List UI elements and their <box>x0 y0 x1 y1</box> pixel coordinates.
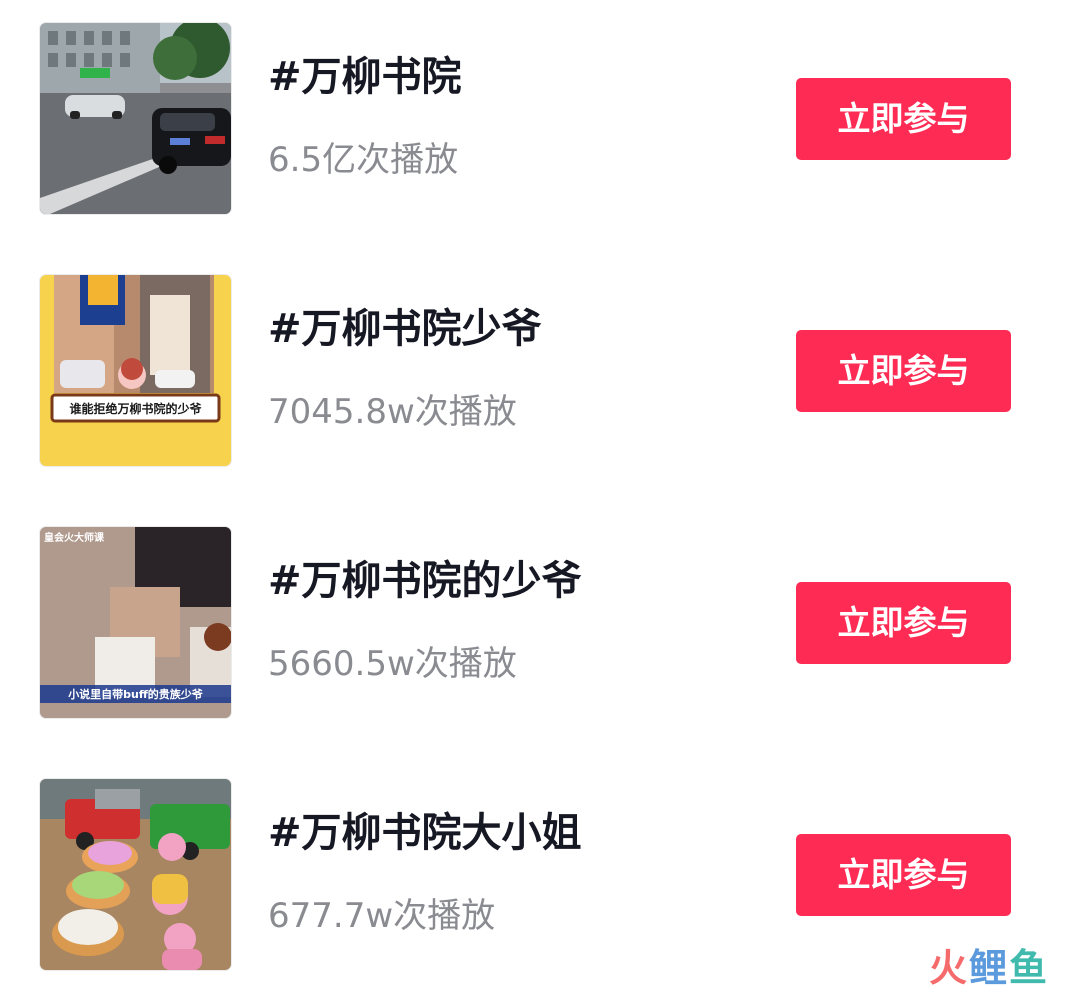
watermark-part: 鲤 <box>968 946 1009 990</box>
topic-row[interactable]: 小说里自带buff的贵族少爷 皇会火大师课 #万柳书院的少爷 5660.5w次播… <box>0 527 1071 720</box>
topic-thumbnail[interactable] <box>40 779 231 970</box>
watermark-part: 火 <box>928 946 969 990</box>
street-scene-image <box>40 23 231 214</box>
join-button[interactable]: 立即参与 <box>796 330 1011 412</box>
play-count: 677.7w次播放 <box>268 896 496 936</box>
toy-buns-image <box>40 779 231 970</box>
topic-row[interactable]: #万柳书院大小姐 677.7w次播放 立即参与 <box>0 779 1071 972</box>
topic-row[interactable]: 谁能拒绝万柳书院的少爷 #万柳书院少爷 7045.8w次播放 立即参与 <box>0 275 1071 468</box>
topic-title[interactable]: #万柳书院大小姐 <box>268 807 582 859</box>
topic-thumbnail[interactable] <box>40 23 231 214</box>
topic-thumbnail[interactable]: 小说里自带buff的贵族少爷 皇会火大师课 <box>40 527 231 718</box>
thumbnail-corner-text: 皇会火大师课 <box>44 531 105 544</box>
sneaker-legs-image: 小说里自带buff的贵族少爷 皇会火大师课 <box>40 527 231 718</box>
join-button[interactable]: 立即参与 <box>796 582 1011 664</box>
topic-title[interactable]: #万柳书院少爷 <box>268 303 542 355</box>
topic-title[interactable]: #万柳书院 <box>268 51 462 103</box>
watermark-part: 鱼 <box>1008 946 1049 990</box>
play-count: 6.5亿次播放 <box>268 140 459 180</box>
thumbnail-caption: 小说里自带buff的贵族少爷 <box>67 687 204 701</box>
play-count: 5660.5w次播放 <box>268 644 517 684</box>
topic-row[interactable]: #万柳书院 6.5亿次播放 立即参与 <box>0 23 1071 216</box>
topic-list-page: #万柳书院 6.5亿次播放 立即参与 谁能拒绝万柳书院的少爷 #万柳书院少爷 7… <box>0 0 1071 998</box>
join-button[interactable]: 立即参与 <box>796 834 1011 916</box>
basketball-legs-image: 谁能拒绝万柳书院的少爷 <box>40 275 231 466</box>
thumbnail-caption: 谁能拒绝万柳书院的少爷 <box>69 401 202 416</box>
play-count: 7045.8w次播放 <box>268 392 517 432</box>
watermark-logo: 火鲤鱼 <box>929 937 1049 992</box>
join-button[interactable]: 立即参与 <box>796 78 1011 160</box>
topic-thumbnail[interactable]: 谁能拒绝万柳书院的少爷 <box>40 275 231 466</box>
topic-title[interactable]: #万柳书院的少爷 <box>268 555 582 607</box>
